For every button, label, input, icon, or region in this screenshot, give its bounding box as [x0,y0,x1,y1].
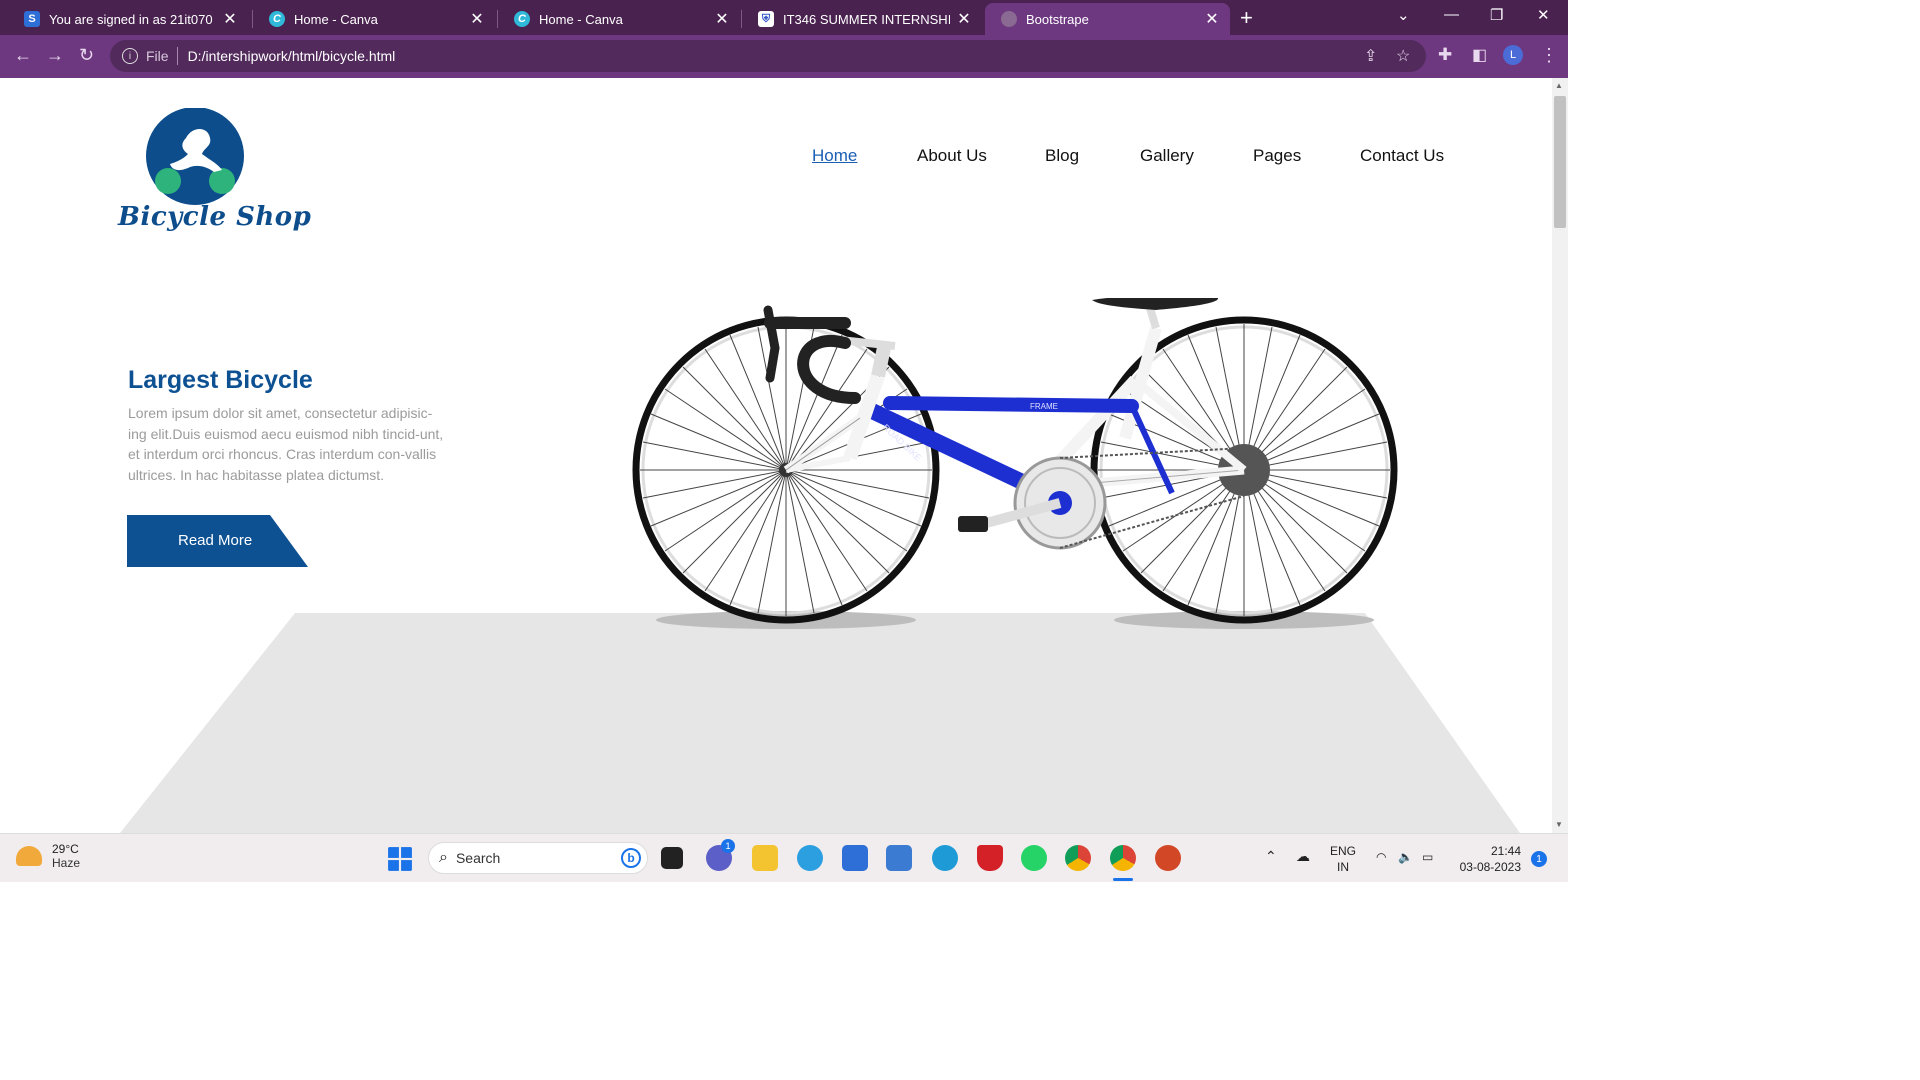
language-line1: ENG [1330,844,1357,858]
s-favicon-icon: S [24,11,40,27]
tab-internship[interactable]: ⛨ IT346 SUMMER INTERNSHIP-I - I ✕ [742,3,982,35]
powerpoint-icon[interactable] [1155,845,1181,871]
bing-icon[interactable]: b [621,848,641,868]
tab-title: Bootstrape [1026,11,1089,27]
chrome-icon[interactable] [1065,845,1091,871]
nav-blog[interactable]: Blog [1045,146,1079,166]
show-hidden-icons-chevron-icon[interactable]: ⌃ [1265,848,1277,864]
top-tube-label: FRAME [1030,402,1058,411]
chat-badge: 1 [721,839,735,853]
hero-title: Largest Bicycle [128,366,313,394]
tab-title: IT346 SUMMER INTERNSHIP-I - I [783,11,950,27]
tab-title: Home - Canva [539,11,623,27]
profile-avatar[interactable]: L [1503,45,1523,65]
forward-arrow-icon[interactable]: → [46,45,64,66]
shield-favicon-icon: ⛨ [758,11,774,27]
menu-kebab-icon[interactable]: ⋮ [1540,45,1558,66]
weather-condition: Haze [52,856,81,870]
new-tab-plus-icon[interactable]: + [1240,5,1253,31]
store-icon[interactable] [842,845,868,871]
clock-time: 21:44 [1490,844,1521,858]
close-icon[interactable]: ✕ [956,9,972,29]
info-icon[interactable]: i [122,48,138,64]
nav-home[interactable]: Home [812,146,857,166]
nav-gallery[interactable]: Gallery [1140,146,1194,166]
side-panel-icon[interactable]: ◧ [1472,45,1487,65]
minimize-icon[interactable]: — [1444,6,1459,23]
onedrive-off-icon[interactable]: ☁ [1296,848,1310,864]
web-page: Bicycle Shop Home About Us Blog Gallery … [0,78,1552,833]
windows-start-icon[interactable] [387,846,413,872]
reload-icon[interactable]: ↻ [79,45,94,66]
tab-search-chevron-icon[interactable]: ⌄ [1397,6,1410,24]
canva-favicon-icon: C [514,11,530,27]
globe-favicon-icon [1001,11,1017,27]
whatsapp-icon[interactable] [1021,845,1047,871]
back-arrow-icon[interactable]: ← [14,45,32,66]
battery-icon[interactable]: ▭ [1422,849,1433,865]
bicycle-illustration: FRAME ROAD BIKE [632,298,1398,629]
clock[interactable]: 21:44 03-08-2023 [1455,843,1521,875]
myhp-icon[interactable] [886,845,912,871]
window-close-icon[interactable]: ✕ [1537,6,1550,24]
volume-icon[interactable]: 🔈 [1398,849,1413,865]
tab-canva-1[interactable]: C Home - Canva ✕ [253,3,495,35]
clock-date: 03-08-2023 [1459,860,1521,874]
logo-text: Bicycle Shop [118,202,312,232]
nav-contact-us[interactable]: Contact Us [1360,146,1444,166]
restore-icon[interactable]: ❐ [1490,6,1503,24]
search-icon: ⌕ [439,849,448,866]
scroll-down-arrow-icon[interactable]: ▼ [1555,820,1563,829]
edge-browser-icon[interactable] [797,845,823,871]
nav-pages[interactable]: Pages [1253,146,1301,166]
extensions-puzzle-icon[interactable]: ✚ [1438,45,1452,65]
tab-signed-in[interactable]: S You are signed in as 21it070 ✕ [8,3,248,35]
hero-description: Lorem ipsum dolor sit amet, consectetur … [128,405,444,483]
url-text[interactable]: D:/intershipwork/html/bicycle.html [188,48,396,64]
read-more-button[interactable]: Read More [127,515,309,567]
wifi-icon[interactable]: ◠ [1376,849,1386,865]
weather-temp: 29°C [52,842,79,856]
task-view-icon[interactable] [661,847,683,869]
notification-badge[interactable]: 1 [1531,851,1547,867]
search-label: Search [455,850,501,866]
tab-title: You are signed in as 21it070 [49,11,213,27]
language-indicator[interactable]: ENG IN [1330,843,1356,875]
close-icon[interactable]: ✕ [222,9,238,29]
address-bar[interactable]: i File D:/intershipwork/html/bicycle.htm… [110,40,1426,72]
browser-tab-strip: S You are signed in as 21it070 ✕ C Home … [0,0,1568,35]
file-explorer-icon[interactable] [752,845,778,871]
canva-favicon-icon: C [269,11,285,27]
scrollbar-thumb[interactable] [1554,96,1566,228]
chat-icon[interactable]: 1 [706,839,735,871]
taskbar-search[interactable]: ⌕ Search b [428,842,648,874]
help-icon[interactable] [932,845,958,871]
url-scheme: File [146,48,169,64]
tab-title: Home - Canva [294,11,378,27]
nav-about-us[interactable]: About Us [917,146,987,166]
close-icon[interactable]: ✕ [469,9,485,29]
vertical-scrollbar[interactable]: ▲ ▼ [1552,78,1568,833]
chrome-profile-icon[interactable] [1110,845,1136,871]
mcafee-icon[interactable] [977,845,1003,871]
close-icon[interactable]: ✕ [714,9,730,29]
weather-widget[interactable]: 29°C Haze [16,842,80,870]
browser-toolbar: ← → ↻ i File D:/intershipwork/html/bicyc… [0,35,1568,78]
tab-canva-2[interactable]: C Home - Canva ✕ [498,3,740,35]
share-icon[interactable]: ⇪ [1364,46,1377,66]
tab-bootstrape[interactable]: Bootstrape ✕ [985,3,1230,35]
read-more-label: Read More [178,532,253,549]
scroll-up-arrow-icon[interactable]: ▲ [1555,81,1563,90]
language-line2: IN [1337,860,1349,874]
bookmark-star-icon[interactable]: ☆ [1396,46,1410,66]
close-icon[interactable]: ✕ [1204,9,1220,29]
haze-sun-icon [16,846,42,866]
windows-taskbar: 29°C Haze ⌕ Search b 1 ⌃ ☁ ENG IN ◠ 🔈 ▭ … [0,833,1568,882]
